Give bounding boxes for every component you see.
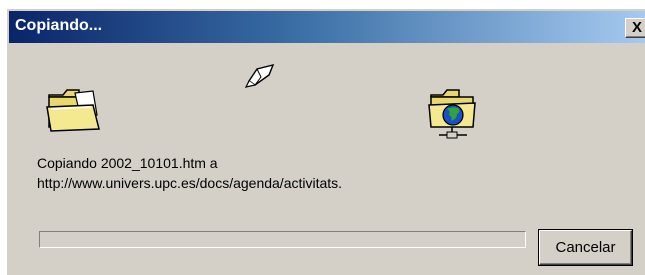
window-title: Copiando... (15, 17, 103, 34)
title-bar[interactable]: Copiando... X (9, 11, 645, 43)
copy-progress-dialog: Copiando... X Copiando 2002_10101.htm a … (6, 8, 645, 275)
web-folder-icon (428, 89, 476, 139)
copy-status-text: Copiando 2002_10101.htm a (37, 155, 218, 171)
cancel-button[interactable]: Cancelar (539, 230, 632, 265)
progress-bar (39, 231, 526, 248)
folder-icon (46, 89, 100, 132)
close-button[interactable]: X (625, 18, 645, 38)
copy-destination-text: http://www.univers.upc.es/docs/agenda/ac… (37, 175, 343, 191)
flying-document-icon (245, 63, 275, 88)
